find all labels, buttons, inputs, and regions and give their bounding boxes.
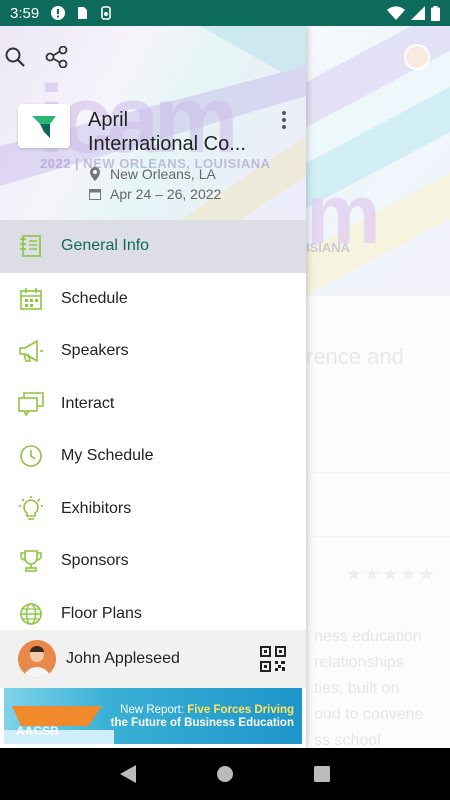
search-button[interactable] <box>2 44 28 70</box>
menu-item-label: Speakers <box>61 342 129 360</box>
event-title-line: April <box>88 109 129 131</box>
trophy-icon <box>20 550 42 573</box>
event-logo <box>18 104 70 148</box>
banner-line2: the Future of Business Education <box>110 717 294 729</box>
menu-item-label: Interact <box>61 394 115 412</box>
user-name: John Appleseed <box>66 650 180 667</box>
menu-item-label: Exhibitors <box>61 499 132 517</box>
event-location-text: New Orleans, LA <box>110 166 216 182</box>
menu-item-label: Sponsors <box>61 552 129 570</box>
wifi-icon <box>387 6 405 20</box>
event-dates: Apr 24 – 26, 2022 <box>88 186 221 202</box>
battery-icon <box>431 5 440 21</box>
drawer-scrim[interactable] <box>306 26 450 748</box>
drawer-header: icam 2022 | NEW ORLEANS, LOUISIANA April… <box>0 26 306 220</box>
qr-code-icon[interactable] <box>260 646 286 672</box>
status-time: 3:59 <box>10 4 40 22</box>
calendar-small-icon <box>89 189 101 200</box>
menu-item-label: Schedule <box>61 289 128 307</box>
event-dates-text: Apr 24 – 26, 2022 <box>110 186 222 202</box>
lightbulb-icon <box>19 495 43 520</box>
menu-item-my-schedule[interactable]: My Schedule <box>0 430 306 483</box>
signal-icon <box>411 6 425 20</box>
user-avatar-icon <box>18 640 56 678</box>
document-list-icon <box>20 235 41 258</box>
menu-item-general-info[interactable]: General Info <box>0 220 306 273</box>
menu-item-interact[interactable]: Interact <box>0 378 306 431</box>
calendar-icon <box>20 287 42 310</box>
menu-item-label: General Info <box>61 237 150 255</box>
event-title: April International Co... <box>88 108 268 156</box>
back-icon[interactable] <box>120 765 136 783</box>
avatar <box>18 640 56 678</box>
chat-bubble-icon <box>18 391 44 416</box>
event-title-line: International Co... <box>88 133 246 155</box>
menu-item-sponsors[interactable]: Sponsors <box>0 535 306 588</box>
sync-icon <box>101 6 112 20</box>
megaphone-icon <box>19 340 43 363</box>
menu-item-speakers[interactable]: Speakers <box>0 325 306 378</box>
banner-text: New Report: Five Forces Driving the Futu… <box>94 704 294 730</box>
banner-brand: AACSB <box>16 724 59 738</box>
system-navigation-bar <box>0 748 450 800</box>
banner-boat-illustration <box>12 706 102 726</box>
menu-item-label: Floor Plans <box>61 604 142 622</box>
banner-highlight: Five Forces Driving <box>187 704 294 716</box>
home-icon[interactable] <box>216 765 234 783</box>
search-icon <box>5 47 25 67</box>
share-icon <box>45 46 68 68</box>
more-options-button[interactable] <box>276 108 292 132</box>
share-button[interactable] <box>44 44 70 70</box>
menu-item-label: My Schedule <box>61 447 154 465</box>
event-location: New Orleans, LA <box>88 166 216 182</box>
menu-item-exhibitors[interactable]: Exhibitors <box>0 483 306 536</box>
recents-icon[interactable] <box>314 766 330 782</box>
event-logo-icon <box>32 116 56 138</box>
menu-item-schedule[interactable]: Schedule <box>0 273 306 326</box>
banner-prefix: New Report: <box>120 704 188 716</box>
alert-icon <box>51 6 66 20</box>
location-pin-icon <box>90 167 100 181</box>
navigation-drawer: icam 2022 | NEW ORLEANS, LOUISIANA April… <box>0 26 306 748</box>
sponsor-banner[interactable]: AACSB New Report: Five Forces Driving th… <box>4 688 302 744</box>
user-profile[interactable]: John Appleseed <box>0 630 306 688</box>
status-bar: 3:59 <box>0 0 450 26</box>
globe-icon <box>20 602 42 625</box>
drawer-menu: General Info Schedule Speakers Interact … <box>0 220 306 640</box>
sd-card-icon <box>78 7 88 19</box>
clock-icon <box>20 445 42 468</box>
